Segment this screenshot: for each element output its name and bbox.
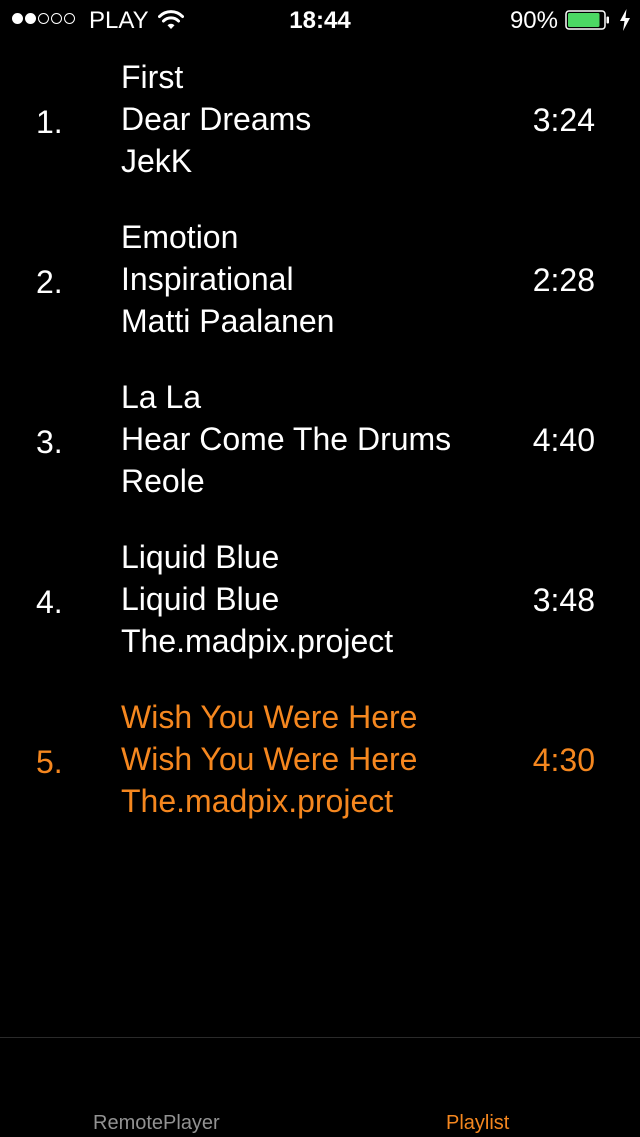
track-artist: Matti Paalanen <box>121 303 335 339</box>
track-duration: 2:28 <box>532 262 595 298</box>
track-info: La La Hear Come The Drums Reole <box>121 376 451 502</box>
track-album: Dear Dreams <box>121 101 312 137</box>
track-title: La La <box>121 379 202 415</box>
track-number: 1. <box>36 104 63 140</box>
track-album: Liquid Blue <box>121 581 280 617</box>
track-artist: The.madpix.project <box>121 783 394 819</box>
track-album: Inspirational <box>121 261 294 297</box>
tab-bar: RemotePlayer Playlist <box>0 1037 640 1137</box>
track-info: Liquid Blue Liquid Blue The.madpix.proje… <box>121 536 393 662</box>
battery-icon <box>565 10 609 30</box>
track-artist: JekK <box>121 143 193 179</box>
playlist-track[interactable]: 1. First Dear Dreams JekK 3:24 <box>0 56 640 216</box>
track-number: 2. <box>36 264 63 300</box>
playlist-track[interactable]: 3. La La Hear Come The Drums Reole 4:40 <box>0 376 640 536</box>
track-duration: 3:48 <box>532 582 595 618</box>
playlist-track[interactable]: 2. Emotion Inspirational Matti Paalanen … <box>0 216 640 376</box>
tab-playlist[interactable]: Playlist <box>446 1112 509 1135</box>
track-title: Emotion <box>121 219 239 255</box>
track-artist: The.madpix.project <box>121 623 394 659</box>
track-duration: 3:24 <box>532 102 595 138</box>
track-duration: 4:30 <box>532 742 595 778</box>
track-number: 4. <box>36 584 63 620</box>
track-info: Wish You Were Here Wish You Were Here Th… <box>121 696 417 822</box>
track-number: 5. <box>36 744 63 780</box>
track-album: Hear Come The Drums <box>121 421 452 457</box>
track-album: Wish You Were Here <box>121 741 418 777</box>
playlist: 1. First Dear Dreams JekK 3:24 2. Emotio… <box>0 56 640 856</box>
track-duration: 4:40 <box>532 422 595 458</box>
track-info: First Dear Dreams JekK <box>121 56 311 182</box>
playlist-track[interactable]: 4. Liquid Blue Liquid Blue The.madpix.pr… <box>0 536 640 696</box>
track-title: First <box>121 59 184 95</box>
playlist-track-current[interactable]: 5. Wish You Were Here Wish You Were Here… <box>0 696 640 856</box>
track-number: 3. <box>36 424 63 460</box>
track-info: Emotion Inspirational Matti Paalanen <box>121 216 334 342</box>
charging-bolt-icon <box>620 9 630 31</box>
track-title: Liquid Blue <box>121 539 280 575</box>
track-artist: Reole <box>121 463 205 499</box>
status-bar: PLAY 18:44 90% <box>0 0 640 40</box>
tab-remoteplayer[interactable]: RemotePlayer <box>93 1112 220 1135</box>
battery-percentage: 90% <box>509 7 558 34</box>
track-title: Wish You Were Here <box>121 699 418 735</box>
